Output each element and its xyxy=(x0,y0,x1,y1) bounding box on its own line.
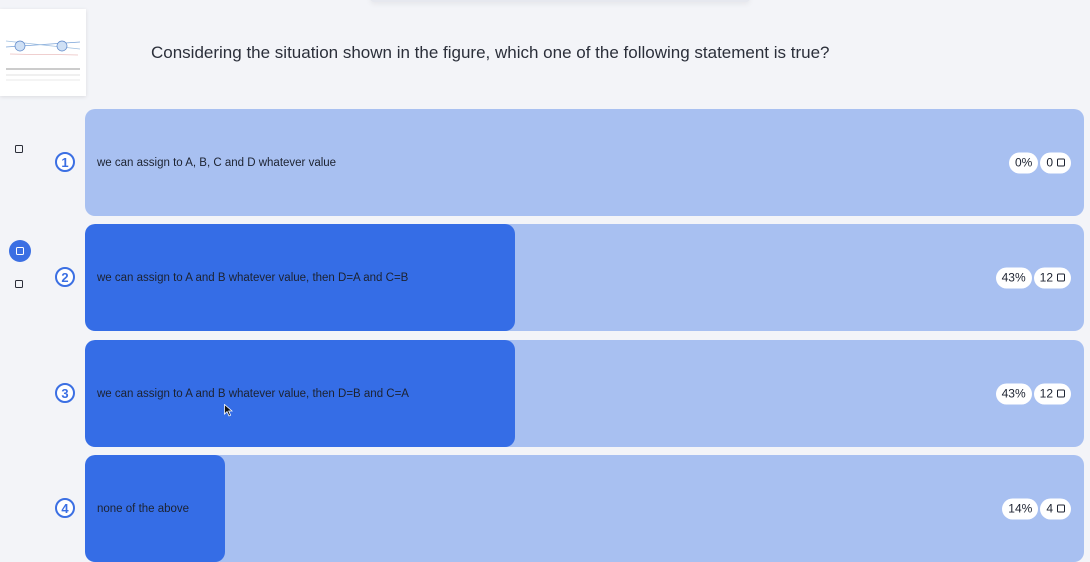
option-2[interactable]: we can assign to A and B whatever value,… xyxy=(85,224,1084,331)
option-2-vote-indicator[interactable] xyxy=(9,240,31,262)
square-icon xyxy=(1057,158,1065,167)
option-1-percent: 0% xyxy=(1008,152,1039,173)
option-4-count-pill: 4 xyxy=(1040,498,1071,519)
option-1-count-pill: 0 xyxy=(1040,152,1071,173)
question-text: Considering the situation shown in the f… xyxy=(151,43,830,62)
option-3-percent: 43% xyxy=(995,383,1032,404)
option-1-text: we can assign to A, B, C and D whatever … xyxy=(97,156,337,169)
option-1-count: 0 xyxy=(1046,155,1053,170)
option-4-number: 4 xyxy=(55,498,75,518)
option-4-count: 4 xyxy=(1046,501,1053,516)
option-1[interactable]: we can assign to A, B, C and D whatever … xyxy=(85,109,1084,216)
top-panel-edge xyxy=(370,0,750,2)
option-3-stats: 43% 12 xyxy=(995,383,1071,404)
mouse-pointer-icon xyxy=(224,404,233,417)
option-2-checkbox[interactable] xyxy=(14,279,24,289)
option-1-number: 1 xyxy=(55,152,75,172)
square-icon xyxy=(1057,504,1065,513)
option-1-checkbox[interactable] xyxy=(14,144,24,154)
circuit-figure-icon xyxy=(5,40,81,81)
option-3-text: we can assign to A and B whatever value,… xyxy=(97,387,409,400)
option-3-count-pill: 12 xyxy=(1033,383,1071,404)
option-2-stats: 43% 12 xyxy=(995,267,1071,288)
option-4-text: none of the above xyxy=(97,502,190,515)
option-2-count-pill: 12 xyxy=(1033,267,1071,288)
square-icon xyxy=(15,145,23,153)
option-4-percent: 14% xyxy=(1002,498,1039,519)
square-icon xyxy=(16,247,24,255)
option-2-percent: 43% xyxy=(995,267,1032,288)
option-3-number: 3 xyxy=(55,383,75,403)
option-4-stats: 14% 4 xyxy=(1002,498,1071,519)
option-4[interactable]: none of the above 14% 4 xyxy=(85,455,1084,562)
square-icon xyxy=(15,280,23,288)
option-2-number: 2 xyxy=(55,267,75,287)
option-3[interactable]: we can assign to A and B whatever value,… xyxy=(85,340,1084,447)
figure-thumbnail[interactable] xyxy=(0,9,86,96)
square-icon xyxy=(1057,389,1065,398)
option-3-count: 12 xyxy=(1039,386,1053,401)
option-2-text: we can assign to A and B whatever value,… xyxy=(97,271,409,284)
option-1-stats: 0% 0 xyxy=(1008,152,1071,173)
square-icon xyxy=(1057,273,1065,282)
option-2-count: 12 xyxy=(1039,270,1053,285)
